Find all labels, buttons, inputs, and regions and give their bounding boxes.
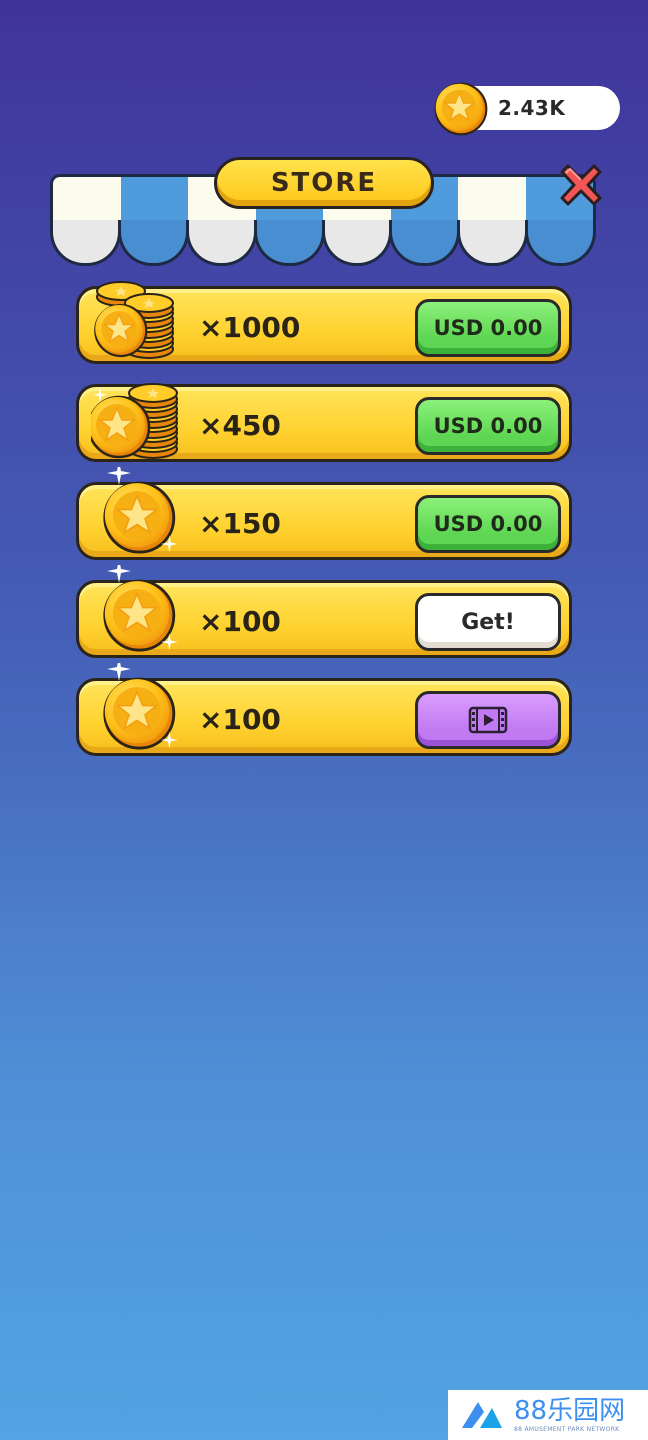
buy-450-button[interactable]: USD 0.00 <box>415 397 561 455</box>
watermark: 88乐园网 88 AMUSEMENT PARK NETWORK <box>448 1390 648 1440</box>
watch-video-button[interactable] <box>415 691 561 749</box>
coin-balance-value: 2.43K <box>498 96 566 120</box>
offer-amount: ×100 <box>199 703 281 736</box>
offer-row-450: ×450 USD 0.00 <box>76 383 572 462</box>
coin-star-icon <box>434 82 488 136</box>
close-x-icon[interactable] <box>552 156 610 214</box>
single-coin-icon <box>103 565 178 652</box>
get-free-button[interactable]: Get! <box>415 593 561 651</box>
offer-row-100-video: ×100 <box>76 663 572 756</box>
single-coin-icon <box>103 663 178 750</box>
watermark-main-text: 88乐园网 <box>514 1395 626 1426</box>
offer-row-150: ×150 USD 0.00 <box>76 467 572 560</box>
offer-amount: ×1000 <box>199 311 301 344</box>
offer-amount: ×100 <box>199 605 281 638</box>
offer-amount: ×150 <box>199 507 281 540</box>
offer-row-100-free: ×100 Get! <box>76 565 572 658</box>
watermark-logo-icon <box>462 1402 502 1428</box>
offer-amount: ×450 <box>199 409 281 442</box>
buy-150-button[interactable]: USD 0.00 <box>415 495 561 553</box>
watermark-sub-text: 88 AMUSEMENT PARK NETWORK <box>514 1425 620 1433</box>
coin-stack-large-icon <box>94 281 174 359</box>
single-coin-icon <box>103 467 178 554</box>
video-play-icon <box>468 706 508 734</box>
buy-1000-button[interactable]: USD 0.00 <box>415 299 561 357</box>
offer-row-1000: ×1000 USD 0.00 <box>76 281 572 364</box>
coin-stack-medium-icon <box>91 383 178 459</box>
store-title: STORE <box>214 157 434 209</box>
